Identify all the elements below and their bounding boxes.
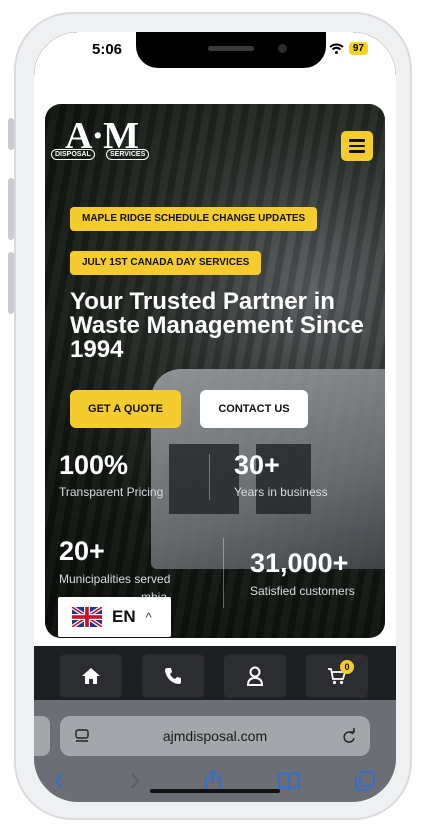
menu-icon	[349, 139, 365, 142]
language-code: EN	[112, 607, 136, 626]
call-button[interactable]	[142, 654, 204, 698]
mute-switch	[8, 118, 14, 150]
hero-headline: Your Trusted Partner in Waste Management…	[70, 288, 364, 363]
battery-indicator: 97	[348, 42, 368, 55]
forward-button[interactable]	[122, 768, 148, 794]
previous-tab-preview[interactable]	[34, 716, 50, 756]
url-text: ajmdisposal.com	[162, 728, 268, 744]
home-indicator	[150, 789, 280, 793]
stat-divider	[223, 538, 224, 608]
user-icon	[246, 666, 264, 686]
reload-icon[interactable]	[342, 728, 356, 744]
announcement-canada-day[interactable]: JULY 1ST CANADA DAY SERVICES	[70, 251, 262, 275]
stat-label: Transparent Pricing	[59, 485, 164, 499]
tabs-icon	[355, 771, 375, 791]
back-icon	[54, 773, 63, 789]
volume-up-button	[8, 178, 14, 240]
stat-label: Years in business	[234, 485, 328, 499]
announcement-maple-ridge[interactable]: MAPLE RIDGE SCHEDULE CHANGE UPDATES	[70, 207, 318, 231]
cart-button[interactable]: 0	[306, 654, 368, 698]
logo-tag-services: SERVICES	[106, 149, 150, 160]
address-bar[interactable]: ajmdisposal.com	[60, 716, 370, 756]
phone-icon	[165, 668, 181, 684]
stat-divider	[209, 454, 210, 500]
contact-us-button[interactable]: CONTACT US	[200, 390, 308, 428]
phone-screen-bezel: 5:06 97 A·M DISPOSAL SERVICES MAPLE RIDG…	[34, 32, 396, 802]
stat-label: Satisfied customers	[250, 584, 355, 598]
stat-value: 100%	[59, 450, 129, 480]
notch	[136, 32, 326, 68]
volume-down-button	[8, 252, 14, 314]
menu-button[interactable]	[341, 131, 373, 161]
safari-toolbar: ajmdisposal.com	[34, 700, 396, 802]
bookmarks-icon	[278, 772, 300, 790]
status-time: 5:06	[92, 41, 123, 58]
stat-value: 30+	[234, 450, 280, 480]
stat-label: Municipalities served	[59, 572, 171, 586]
account-button[interactable]	[224, 654, 286, 698]
cart-count-badge: 0	[340, 660, 354, 674]
wifi-icon	[329, 43, 344, 54]
logo-tag-disposal: DISPOSAL	[51, 149, 95, 160]
language-selector[interactable]: EN ^	[58, 597, 171, 637]
back-button[interactable]	[46, 768, 72, 794]
get-quote-button[interactable]: GET A QUOTE	[70, 390, 181, 428]
forward-icon	[131, 773, 140, 789]
uk-flag-icon	[72, 607, 102, 627]
screen: 5:06 97 A·M DISPOSAL SERVICES MAPLE RIDG…	[34, 32, 396, 802]
chevron-up-icon: ^	[145, 609, 152, 625]
stat-value: 31,000+	[250, 548, 349, 578]
home-button[interactable]	[60, 654, 122, 698]
hero-section: A·M DISPOSAL SERVICES MAPLE RIDGE SCHEDU…	[45, 104, 385, 638]
tabs-button[interactable]	[352, 768, 378, 794]
ajm-logo[interactable]: A·M DISPOSAL SERVICES	[51, 115, 157, 166]
home-icon	[82, 668, 100, 684]
stat-value: 20+	[59, 536, 105, 566]
